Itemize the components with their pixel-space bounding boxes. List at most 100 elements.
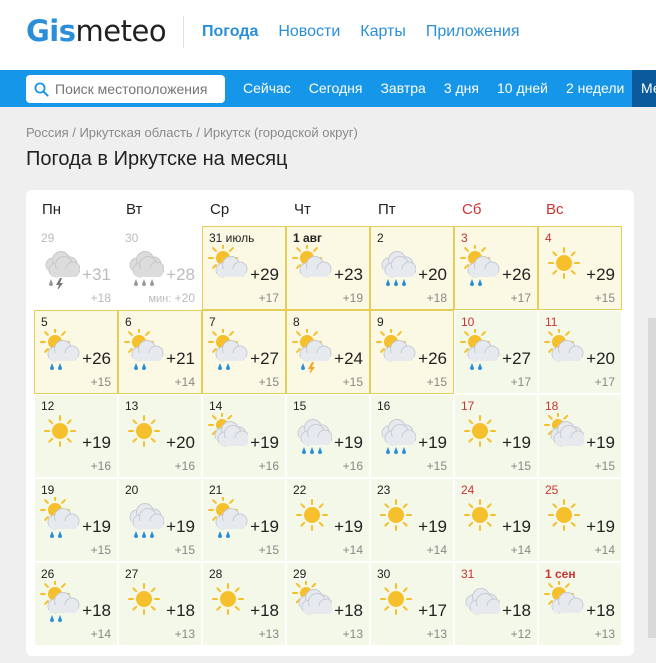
day-date: 15 <box>293 399 307 413</box>
sun-rain-icon <box>40 579 80 625</box>
day-cell[interactable]: 31 июль +29 +17 <box>202 226 286 310</box>
temp-max: +29 <box>586 265 615 284</box>
sun-icon <box>40 413 80 457</box>
day-cell[interactable]: 13 +20 +16 <box>118 394 202 478</box>
day-cell[interactable]: 17 +19 +15 <box>454 394 538 478</box>
period-tomorrow[interactable]: Завтра <box>380 80 425 96</box>
sun-icon <box>460 413 500 457</box>
temp-min: +17 <box>510 291 531 305</box>
day-date: 19 <box>41 483 55 497</box>
temp-min: +14 <box>342 543 363 557</box>
search-box[interactable] <box>26 75 225 103</box>
nav-apps[interactable]: Приложения <box>426 23 520 41</box>
temp-min-value: +20 <box>174 291 195 305</box>
day-cell[interactable]: 31 +18 +12 <box>454 562 538 646</box>
day-date: 28 <box>209 567 223 581</box>
day-cell[interactable]: 5 +26 +15 <box>34 310 118 394</box>
temp-min: +14 <box>594 543 615 557</box>
weekday-label: Сб <box>462 201 482 218</box>
day-cell[interactable]: 29 +18 +13 <box>286 562 370 646</box>
sun-rain-icon <box>40 327 80 373</box>
nav-news[interactable]: Новости <box>278 23 340 41</box>
partly-sunny-icon <box>544 327 584 373</box>
period-10-days[interactable]: 10 дней <box>497 80 548 96</box>
storm-cloud-icon <box>40 245 81 291</box>
nav-maps[interactable]: Карты <box>360 23 406 41</box>
day-cell[interactable]: 8 +24 +15 <box>286 310 370 394</box>
day-date: 16 <box>377 399 391 413</box>
sun-icon <box>544 245 584 289</box>
day-cell[interactable]: 19 +19 +15 <box>34 478 118 562</box>
temp-max: +18 <box>586 601 615 620</box>
day-cell[interactable]: 23 +19 +14 <box>370 478 454 562</box>
day-date: 29 <box>293 567 307 581</box>
temp-min: +14 <box>90 627 111 641</box>
day-cell[interactable]: 9 +26 +15 <box>370 310 454 394</box>
sun-icon <box>208 581 248 625</box>
gismeteo-logo[interactable]: Gismeteo <box>26 14 167 48</box>
day-cell[interactable]: 4 +29 +15 <box>538 226 622 310</box>
search-input[interactable] <box>55 81 215 97</box>
day-date: 8 <box>293 315 300 329</box>
period-3-days[interactable]: 3 дня <box>444 80 479 96</box>
breadcrumb[interactable]: Россия / Иркутская область / Иркутск (го… <box>26 125 358 140</box>
cloudy-icon <box>460 581 502 625</box>
day-date: 3 <box>461 231 468 245</box>
day-cell[interactable]: 30 +28 мин: +20 <box>118 226 202 310</box>
temp-min: +13 <box>342 627 363 641</box>
day-date: 31 июль <box>209 231 255 245</box>
period-now[interactable]: Сейчас <box>243 80 291 96</box>
day-cell[interactable]: 2 +20 +18 <box>370 226 454 310</box>
day-cell[interactable]: 27 +18 +13 <box>118 562 202 646</box>
partly-sunny-icon <box>292 243 332 289</box>
temp-min: +14 <box>510 543 531 557</box>
temp-min: +15 <box>90 543 111 557</box>
day-cell[interactable]: 6 +21 +14 <box>118 310 202 394</box>
temp-max: +26 <box>418 349 447 368</box>
day-cell[interactable]: 28 +18 +13 <box>202 562 286 646</box>
day-cell[interactable]: 24 +19 +14 <box>454 478 538 562</box>
day-cell[interactable]: 14 +19 +16 <box>202 394 286 478</box>
sun-icon <box>544 497 584 541</box>
sun-rain-icon <box>124 327 164 373</box>
day-date: 18 <box>545 399 559 413</box>
day-date: 2 <box>377 231 384 245</box>
period-month[interactable]: Ме <box>632 70 656 107</box>
temp-min: мин: +20 <box>148 291 195 305</box>
day-cell[interactable]: 21 +19 +15 <box>202 478 286 562</box>
temp-max: +27 <box>250 349 279 368</box>
day-cell[interactable]: 30 +17 +13 <box>370 562 454 646</box>
day-cell[interactable]: 11 +20 +17 <box>538 310 622 394</box>
day-cell[interactable]: 29 +31 +18 <box>34 226 118 310</box>
temp-min: +14 <box>174 375 195 389</box>
side-banner <box>648 318 656 638</box>
temp-max: +23 <box>334 265 363 284</box>
day-cell[interactable]: 16 +19 +15 <box>370 394 454 478</box>
day-date: 22 <box>293 483 307 497</box>
nav-weather[interactable]: Погода <box>202 23 258 41</box>
temp-max: +26 <box>82 349 111 368</box>
day-cell[interactable]: 1 авг +23 +19 <box>286 226 370 310</box>
day-cell[interactable]: 22 +19 +14 <box>286 478 370 562</box>
temp-max: +26 <box>502 265 531 284</box>
main-nav: Погода Новости Карты Приложения <box>202 23 519 41</box>
day-cell[interactable]: 1 сен +18 +13 <box>538 562 622 646</box>
sun-icon <box>376 497 416 541</box>
day-cell[interactable]: 15 +19 +16 <box>286 394 370 478</box>
temp-min: +15 <box>174 543 195 557</box>
temp-min: +13 <box>258 627 279 641</box>
weekday-label: Вт <box>126 201 143 218</box>
temp-min: +15 <box>426 459 447 473</box>
day-cell[interactable]: 10 +27 +17 <box>454 310 538 394</box>
period-2-weeks[interactable]: 2 недели <box>566 80 624 96</box>
day-cell[interactable]: 18 +19 +15 <box>538 394 622 478</box>
period-today[interactable]: Сегодня <box>309 80 363 96</box>
day-cell[interactable]: 12 +19 +16 <box>34 394 118 478</box>
day-cell[interactable]: 26 +18 +14 <box>34 562 118 646</box>
day-date: 30 <box>377 567 391 581</box>
day-cell[interactable]: 20 +19 +15 <box>118 478 202 562</box>
day-cell[interactable]: 7 +27 +15 <box>202 310 286 394</box>
day-date: 11 <box>545 315 558 329</box>
day-cell[interactable]: 3 +26 +17 <box>454 226 538 310</box>
day-cell[interactable]: 25 +19 +14 <box>538 478 622 562</box>
